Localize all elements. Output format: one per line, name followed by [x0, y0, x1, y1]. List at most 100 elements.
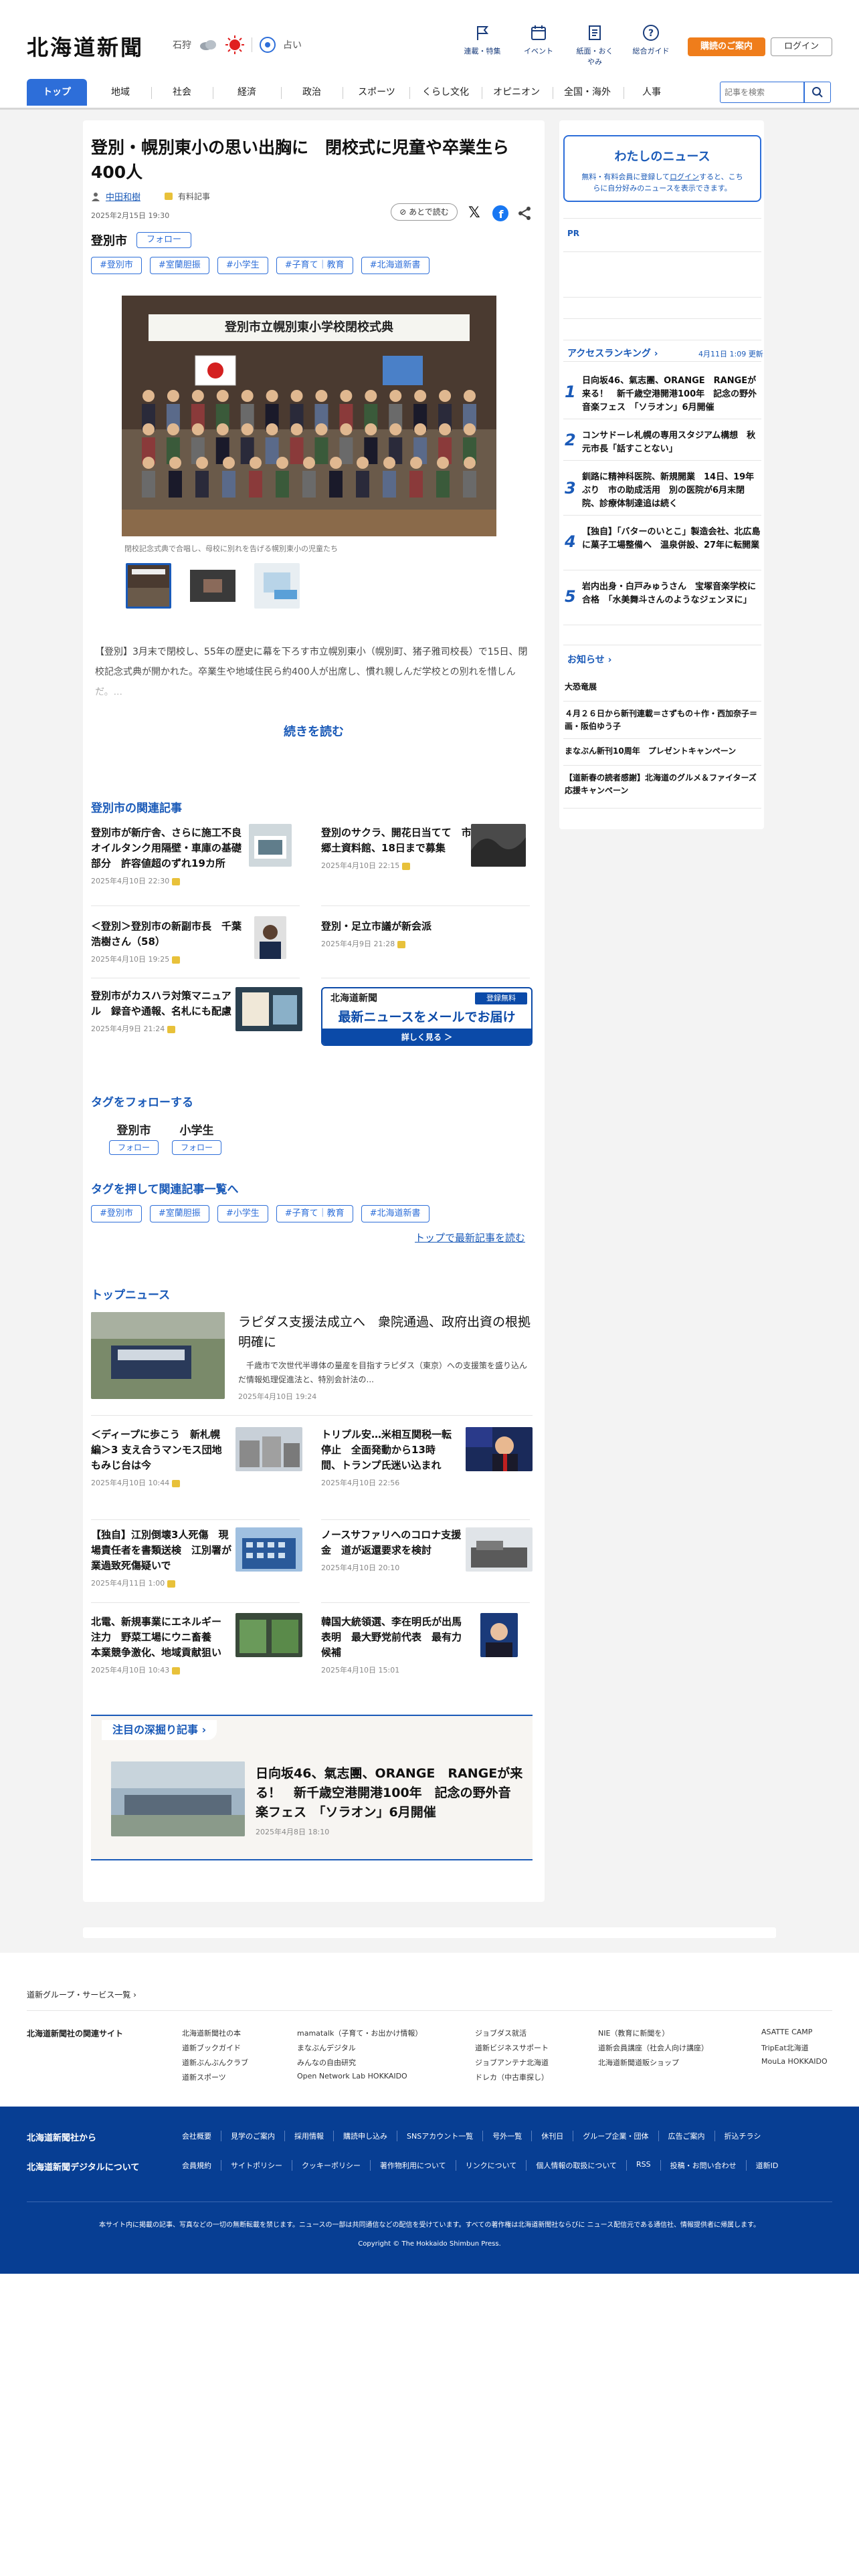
- tag-link[interactable]: #室蘭胆振: [149, 257, 209, 274]
- tag-link[interactable]: #登別市: [91, 257, 142, 274]
- search-button[interactable]: [804, 82, 831, 103]
- footer-link[interactable]: 見学のご案内: [231, 2131, 285, 2141]
- subscribe-button[interactable]: 購読のご案内: [688, 37, 765, 56]
- footer-link[interactable]: 会員規約: [182, 2160, 221, 2171]
- related-thumb[interactable]: [471, 824, 526, 867]
- footer-link[interactable]: 会社概要: [182, 2131, 221, 2141]
- footer-link[interactable]: サイトポリシー: [231, 2160, 292, 2171]
- news-heading[interactable]: お知らせ ›: [567, 653, 611, 666]
- footer-link[interactable]: TripEat北海道: [761, 2042, 809, 2053]
- footer-link[interactable]: 北海道新聞社の本: [182, 2028, 241, 2038]
- related-article[interactable]: 登別市が新庁舎、さらに施工不良 オイルタンク用隔壁・車庫の基礎部分 許容値超のず…: [91, 825, 252, 886]
- tag-link[interactable]: #子育て｜教育: [276, 257, 353, 274]
- footer-link[interactable]: クッキーポリシー: [302, 2160, 371, 2171]
- footer-link[interactable]: 著作物利用について: [380, 2160, 456, 2171]
- top-news-article[interactable]: トリプル安…米相互関税一転停止 全面発動から13時間、トランプ氏迷い込まれ 20…: [321, 1427, 455, 1488]
- footer-link[interactable]: 道新ブックガイド: [182, 2042, 241, 2053]
- ranking-item[interactable]: コンサドーレ札幌の専用スタジアム構想 秋元市長「話すことない」: [582, 429, 761, 456]
- quick-link-paper[interactable]: 紙面・おくやみ: [574, 24, 615, 67]
- ranking-item[interactable]: 日向坂46、氣志團、ORANGE RANGEが来る！ 新千歳空港開港100年 記…: [582, 374, 761, 415]
- top-news-thumb[interactable]: [466, 1527, 533, 1572]
- nav-tab-world[interactable]: 全国・海外: [554, 79, 621, 106]
- top-news-thumb[interactable]: [480, 1613, 518, 1657]
- feature-heading[interactable]: 注目の深掘り記事 ›: [102, 1720, 217, 1740]
- footer-link[interactable]: ジョブダス就活: [475, 2028, 527, 2038]
- feature-article[interactable]: 日向坂46、氣志團、ORANGE RANGEが来る！ 新千歳空港開港100年 記…: [256, 1764, 523, 1837]
- feature-image[interactable]: [111, 1761, 245, 1836]
- related-thumb[interactable]: [249, 824, 292, 867]
- nav-tab-sports[interactable]: スポーツ: [347, 79, 407, 106]
- site-logo[interactable]: 北海道新聞: [27, 31, 144, 62]
- top-news-thumb[interactable]: [235, 1427, 302, 1471]
- footer-link[interactable]: 個人情報の取扱について: [536, 2160, 628, 2171]
- share-icon[interactable]: [516, 205, 533, 221]
- gallery-thumb-2[interactable]: [190, 563, 235, 609]
- footer-link[interactable]: グループ企業・団体: [583, 2131, 659, 2141]
- news-item[interactable]: まなぶん新刊10周年 プレゼントキャンペーン: [565, 745, 759, 758]
- footer-link[interactable]: 道新ビジネスサポート: [475, 2042, 549, 2053]
- footer-link[interactable]: リンクについて: [466, 2160, 527, 2171]
- related-thumb[interactable]: [254, 916, 286, 959]
- footer-link[interactable]: 採用情報: [294, 2131, 334, 2141]
- top-news-thumb[interactable]: [466, 1427, 533, 1471]
- tag-link[interactable]: #室蘭胆振: [149, 1205, 209, 1222]
- footer-link[interactable]: SNSアカウント一覧: [407, 2131, 484, 2141]
- nav-tab-politics[interactable]: 政治: [285, 79, 339, 106]
- tag-link[interactable]: #北海道新書: [361, 257, 430, 274]
- quick-link-events[interactable]: イベント: [518, 24, 559, 67]
- save-for-later-button[interactable]: ⊘ あとで読む: [391, 203, 458, 221]
- nav-tab-local[interactable]: 地域: [94, 79, 147, 106]
- news-item[interactable]: 【道新春の読者感謝】北海道のグルメ＆ファイターズ応援キャンペーン: [565, 772, 759, 797]
- ranking-heading[interactable]: アクセスランキング ›: [567, 346, 658, 360]
- tag-link[interactable]: #小学生: [217, 1205, 268, 1222]
- top-news-article[interactable]: 韓国大統領選、李在明氏が出馬表明 最大野党前代表 最有力候補 2025年4月10…: [321, 1614, 462, 1675]
- top-latest-link[interactable]: トップで最新記事を読む: [415, 1230, 525, 1245]
- weather-widget[interactable]: 石狩 占い: [173, 35, 302, 55]
- related-article[interactable]: 登別のサクラ、開花日当てて 市郷土資料館、18日まで募集 2025年4月10日 …: [321, 825, 474, 871]
- tag-link[interactable]: #小学生: [217, 257, 268, 274]
- top-news-lead[interactable]: ラピダス支援法成立へ 衆院通過、政府出資の根拠明確に 千歳市で次世代半導体の量産…: [238, 1312, 533, 1402]
- top-news-thumb[interactable]: [235, 1613, 302, 1657]
- footer-link[interactable]: ドレカ（中古車探し）: [475, 2072, 549, 2082]
- nav-tab-personnel[interactable]: 人事: [625, 79, 678, 106]
- facebook-share-icon[interactable]: f: [492, 205, 508, 221]
- news-item[interactable]: 大恐竜展: [565, 681, 759, 693]
- top-news-article[interactable]: ＜ディープに歩こう 新札幌編＞3 支え合うマンモス団地 もみじ台は今 2025年…: [91, 1427, 232, 1488]
- nav-tab-top[interactable]: トップ: [27, 79, 87, 106]
- top-news-article[interactable]: 【独自】江別倒壊3人死傷 現場責任者を書類送検 江別署が業過致死傷疑いで 202…: [91, 1527, 231, 1588]
- ranking-item[interactable]: 岩内出身・白戸みゅうさん 宝塚音楽学校に合格 「水美舞斗さんのようなジェンヌに」: [582, 580, 761, 607]
- quick-link-guide[interactable]: ? 総合ガイド: [630, 24, 672, 67]
- footer-link[interactable]: mamatalk（子育て・お出かけ情報）: [297, 2028, 422, 2038]
- footer-link[interactable]: 道新ID: [756, 2160, 779, 2171]
- footer-link[interactable]: 投稿・お問い合わせ: [670, 2160, 747, 2171]
- nav-tab-culture[interactable]: くらし文化: [412, 79, 479, 106]
- group-services-link[interactable]: 道新グループ・サービス一覧 ›: [27, 1989, 136, 2000]
- footer-link[interactable]: 道新スポーツ: [182, 2072, 226, 2082]
- gallery-thumb-3[interactable]: [254, 563, 300, 609]
- footer-link[interactable]: みんなの自由研究: [297, 2057, 356, 2068]
- footer-link[interactable]: まなぶんデジタル: [297, 2042, 356, 2053]
- follow-tag-button[interactable]: フォロー: [171, 1140, 221, 1155]
- related-thumb[interactable]: [235, 987, 302, 1031]
- author-link[interactable]: 中田和樹: [106, 190, 140, 203]
- tag-link[interactable]: #北海道新書: [361, 1205, 430, 1222]
- search-input[interactable]: [720, 82, 804, 103]
- footer-link[interactable]: 号外一覧: [492, 2131, 533, 2141]
- footer-link[interactable]: NIE（教育に新聞を）: [598, 2028, 669, 2038]
- footer-link[interactable]: 道新会員講座（社会人向け講座）: [598, 2042, 708, 2053]
- related-article[interactable]: ＜登別＞登別市の新副市長 千葉浩樹さん（58） 2025年4月10日 19:25: [91, 919, 244, 964]
- footer-link[interactable]: 北海道新聞道販ショップ: [598, 2057, 679, 2068]
- promo-button[interactable]: 詳しく見る ＞: [322, 1029, 531, 1045]
- footer-link[interactable]: ジョブアンテナ北海道: [475, 2057, 549, 2068]
- footer-link[interactable]: ASATTE CAMP: [761, 2028, 812, 2036]
- footer-link[interactable]: 休刊日: [541, 2131, 574, 2141]
- top-news-lead-image[interactable]: [91, 1312, 225, 1399]
- main-photo-frame[interactable]: 登別市立幌別東小学校閉校式典: [122, 296, 496, 536]
- footer-link[interactable]: 道新ぶんぶんクラブ: [182, 2057, 248, 2068]
- follow-tag-button[interactable]: フォロー: [108, 1140, 159, 1155]
- nav-tab-society[interactable]: 社会: [155, 79, 209, 106]
- login-button[interactable]: ログイン: [771, 37, 832, 56]
- footer-link[interactable]: Open Network Lab HOKKAIDO: [297, 2072, 407, 2080]
- related-article[interactable]: 登別・足立市議が新会派 2025年4月9日 21:28: [321, 919, 522, 949]
- read-more-link[interactable]: 続きを読む: [83, 722, 545, 740]
